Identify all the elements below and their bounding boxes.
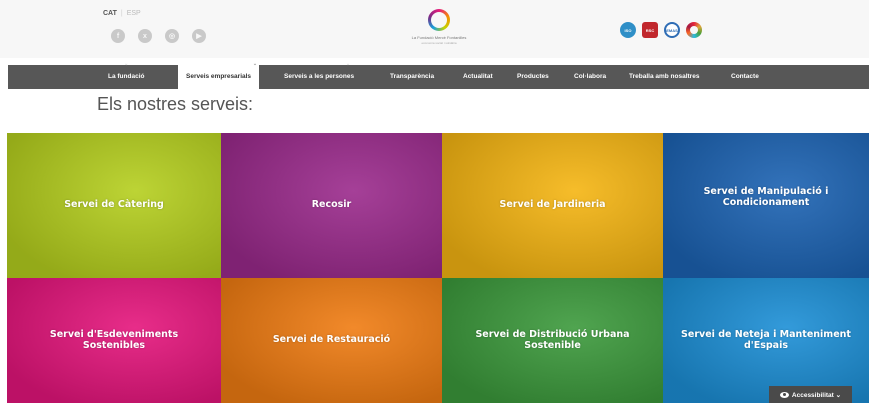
service-tile-label: Servei de Neteja i Manteniment d'Espais — [681, 328, 851, 351]
youtube-icon[interactable]: ▶ — [192, 29, 206, 43]
nav-item-label: Actualitat — [463, 73, 493, 80]
service-tile-esdeveniments[interactable]: Servei d'Esdeveniments Sostenibles — [7, 278, 221, 403]
lang-cat-link[interactable]: CAT — [103, 10, 117, 17]
service-tile-label: Servei de Distribució Urbana Sostenible — [475, 328, 630, 351]
chevron-down-icon: ⌄ — [252, 61, 258, 67]
cert-badge-icon[interactable]: ISO — [620, 22, 636, 38]
lang-esp-link[interactable]: ESP — [127, 10, 141, 17]
nav-item-label: Serveis empresarials — [186, 73, 252, 80]
nav-item-contacte[interactable]: Contacte — [731, 65, 759, 89]
logo-name: La Fundació Mercè Fontanilles — [411, 35, 467, 40]
site-logo[interactable]: La Fundació Mercè Fontanilles economia s… — [404, 9, 474, 49]
service-tile-label: Servei de Manipulació i Condicionament — [703, 185, 829, 208]
service-tile-recosir[interactable]: Recosir — [221, 133, 442, 278]
nav-item-label: Productes — [517, 73, 549, 80]
service-tile-distribucio[interactable]: Servei de Distribució Urbana Sostenible — [442, 278, 663, 403]
page-title: Els nostres serveis: — [97, 94, 254, 114]
service-tile-jardineria[interactable]: Servei de Jardineria — [442, 133, 663, 278]
sdg-wheel-icon[interactable] — [686, 22, 702, 38]
nav-item-label: Transparència — [390, 73, 435, 80]
accessibility-label: Accessibilitat ⌄ — [791, 391, 842, 399]
accessibility-button[interactable]: Accessibilitat ⌄ — [769, 386, 852, 403]
nav-item-actualitat[interactable]: Actualitat — [463, 65, 493, 89]
nav-item-productes[interactable]: Productes — [517, 65, 549, 89]
top-header: CAT | ESP f x ◎ ▶ La Fundació Mercè Fontan… — [0, 0, 869, 58]
service-tile-label: Servei de Jardineria — [499, 199, 606, 211]
service-tile-label: Servei de Restauració — [272, 334, 391, 346]
cert-badge-icon[interactable]: EMAS — [664, 22, 680, 38]
nav-item-transparencia[interactable]: Transparència — [390, 65, 434, 89]
language-switcher: CAT | ESP — [103, 10, 141, 17]
service-tile-restauracio[interactable]: Servei de Restauració — [221, 278, 442, 403]
nav-item-label: Col·labora — [574, 73, 607, 80]
eye-icon — [779, 391, 789, 398]
social-links: f x ◎ ▶ — [111, 29, 206, 43]
nav-item-serveis-persones[interactable]: ⌄ Serveis a les persones — [284, 61, 355, 89]
service-tile-manipulacio[interactable]: Servei de Manipulació i Condicionament — [663, 133, 869, 278]
logo-ring-icon — [428, 9, 450, 31]
service-tile-neteja[interactable]: Servei de Neteja i Manteniment d'Espais — [663, 278, 869, 403]
nav-item-label: Serveis a les persones — [284, 73, 355, 80]
cert-badge-icon[interactable]: RSC — [642, 22, 658, 38]
logo-tagline: economia social i solidària — [421, 41, 457, 45]
service-tile-label: Servei de Càtering — [64, 199, 164, 211]
nav-item-label: Contacte — [731, 73, 759, 80]
service-tile-label: Servei d'Esdeveniments Sostenibles — [49, 328, 179, 351]
certification-badges: ISO RSC EMAS — [620, 22, 702, 38]
service-tile-label: Recosir — [311, 199, 352, 211]
nav-item-treballa[interactable]: Treballa amb nosaltres — [629, 65, 699, 89]
nav-item-la-fundacio[interactable]: ⌄ La fundació — [108, 61, 145, 89]
nav-item-serveis-empresarials[interactable]: ⌄ Serveis empresarials — [178, 60, 260, 89]
chevron-down-icon: ⌄ — [124, 61, 129, 67]
chevron-down-icon: ⌄ — [345, 61, 351, 67]
nav-item-col-labora[interactable]: Col·labora — [574, 65, 606, 89]
services-grid: Servei de Càtering Recosir Servei de Jar… — [7, 133, 869, 403]
instagram-icon[interactable]: ◎ — [165, 29, 179, 43]
main-navigation: ⌄ La fundació ⌄ Serveis empresarials ⌄ S… — [8, 60, 869, 89]
nav-item-label: Treballa amb nosaltres — [629, 73, 700, 80]
twitter-icon[interactable]: x — [138, 29, 152, 43]
nav-item-label: La fundació — [108, 73, 145, 80]
facebook-icon[interactable]: f — [111, 29, 125, 43]
service-tile-catering[interactable]: Servei de Càtering — [7, 133, 221, 278]
lang-separator: | — [120, 10, 123, 17]
